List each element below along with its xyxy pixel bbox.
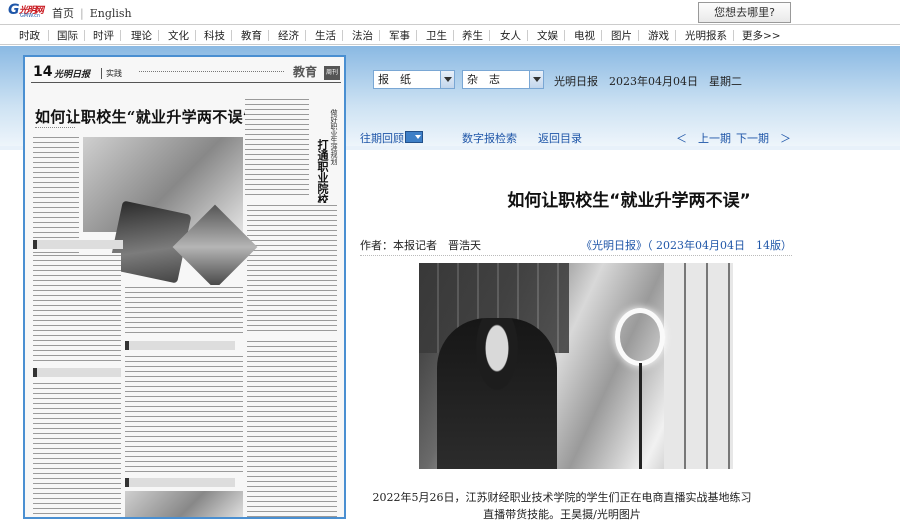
nav-divider: [601, 30, 602, 41]
newspaper-select-value: 报 纸: [378, 73, 411, 86]
photo-caption: 2022年5月26日，江苏财经职业技术学院的学生们正在电商直播实战基地练习直播带…: [372, 491, 752, 521]
nav-divider: [489, 30, 490, 41]
top-bar: G 光明网 GMW.cn 首页 | English 您想去哪里?: [0, 0, 900, 24]
nav-item-economy[interactable]: 经济: [278, 28, 299, 43]
article-title: 如何让职校生“就业升学两不误”: [507, 191, 751, 211]
nav-item-games[interactable]: 游戏: [648, 28, 669, 43]
nav-item-politics[interactable]: 时政: [19, 28, 40, 43]
nav-item-women[interactable]: 女人: [500, 28, 521, 43]
nav-item-life[interactable]: 生活: [315, 28, 336, 43]
nav-item-commentary[interactable]: 时评: [93, 28, 114, 43]
preview-text-block: [247, 203, 337, 333]
nav-item-education[interactable]: 教育: [241, 28, 262, 43]
nav-divider: [675, 30, 676, 41]
channel-nav: 时政 国际 时评 理论 文化 科技 教育 经济 生活 法治 军事 卫生 养生 女…: [0, 24, 900, 45]
photo-student: [437, 318, 557, 469]
page-meta-line: [139, 71, 284, 74]
nav-item-culture[interactable]: 文化: [168, 28, 189, 43]
preview-vertical-subtitle: 做好职业生涯规划: [330, 109, 338, 165]
main-area: 14 光明日报 实践 教育 周刊 如何让职校生“就业升学两不误” 做好职业生涯规…: [0, 46, 900, 524]
nav-divider: [342, 30, 343, 41]
nav-divider: [195, 30, 196, 41]
preview-byline: [35, 127, 75, 130]
magazine-select[interactable]: 杂 志: [462, 70, 544, 89]
preview-subheading: [33, 240, 123, 249]
nav-divider: [379, 30, 380, 41]
meta-divider: [360, 255, 792, 256]
nav-item-more[interactable]: 更多>>: [742, 28, 781, 43]
nav-item-photos[interactable]: 图片: [611, 28, 632, 43]
nav-divider: [268, 30, 269, 41]
nav-item-law[interactable]: 法治: [352, 28, 373, 43]
nav-item-tv[interactable]: 电视: [574, 28, 595, 43]
nav-divider: [527, 30, 528, 41]
article-author: 作者：本报记者 晋浩天: [360, 239, 481, 252]
nav-divider: [48, 30, 49, 41]
where-to-go-button[interactable]: 您想去哪里?: [698, 2, 791, 23]
article-meta: 作者：本报记者 晋浩天 《光明日报》（ 2023年04月04日 14版）: [360, 237, 792, 253]
preview-text-block: [125, 354, 243, 474]
nav-item-theory[interactable]: 理论: [131, 28, 152, 43]
top-links: 首页 | English: [52, 5, 138, 21]
ring-light-icon: [615, 308, 665, 366]
nav-item-international[interactable]: 国际: [57, 28, 78, 43]
nav-item-wellness[interactable]: 养生: [462, 28, 483, 43]
link-separator: |: [80, 7, 84, 20]
next-issue-link[interactable]: 下一期 ＞: [736, 130, 791, 146]
nav-divider: [120, 30, 121, 41]
logo-en: GMW.cn: [20, 13, 41, 19]
archive-search-link[interactable]: 数字报检索: [462, 130, 517, 146]
nav-divider: [84, 30, 85, 41]
newspaper-select[interactable]: 报 纸: [373, 70, 455, 89]
nav-divider: [158, 30, 159, 41]
issue-date: 光明日报 2023年04月04日 星期二: [554, 75, 742, 88]
home-link[interactable]: 首页: [52, 7, 74, 20]
site-logo[interactable]: G 光明网 GMW.cn: [8, 2, 50, 19]
preview-photo-classroom[interactable]: [125, 491, 243, 517]
nav-divider: [564, 30, 565, 41]
chevron-down-icon[interactable]: [529, 71, 543, 88]
photo-stand: [639, 363, 642, 469]
previous-issue-link[interactable]: ＜ 上一期: [676, 130, 731, 146]
photo-window: [664, 263, 733, 469]
nav-divider: [638, 30, 639, 41]
nav-divider: [416, 30, 417, 41]
preview-text-block: [247, 339, 337, 517]
page-section: 教育: [293, 65, 318, 79]
chevron-down-icon[interactable]: [440, 71, 454, 88]
page-header: 14 光明日报 实践 教育 周刊: [31, 63, 341, 83]
nav-item-entertainment[interactable]: 文娱: [537, 28, 558, 43]
preview-text-block: [245, 97, 309, 197]
nav-item-tech[interactable]: 科技: [204, 28, 225, 43]
newspaper-page-preview[interactable]: 14 光明日报 实践 教育 周刊 如何让职校生“就业升学两不误” 做好职业生涯规…: [23, 55, 346, 519]
nav-divider: [305, 30, 306, 41]
preview-headline[interactable]: 如何让职校生“就业升学两不误”: [35, 106, 252, 127]
preview-subheading: [125, 478, 235, 487]
nav-item-health[interactable]: 卫生: [426, 28, 447, 43]
calendar-icon[interactable]: [405, 131, 423, 143]
preview-subheading: [33, 368, 121, 377]
nav-divider: [453, 30, 454, 41]
page-brand: 光明日报: [54, 70, 91, 80]
preview-subheading: [125, 341, 235, 350]
history-label: 往期回顾: [360, 132, 404, 145]
magazine-select-value: 杂 志: [467, 73, 500, 86]
page-number: 14: [33, 64, 53, 80]
preview-text-block: [33, 381, 121, 517]
issue-toolbar: 往期回顾 数字报检索 返回目录 ＜ 上一期 下一期 ＞: [358, 130, 898, 146]
nav-item-military[interactable]: 军事: [389, 28, 410, 43]
logo-letter: G: [8, 2, 20, 18]
back-to-contents-link[interactable]: 返回目录: [538, 130, 582, 146]
nav-divider: [231, 30, 232, 41]
page-column: 实践: [101, 68, 122, 79]
nav-item-gmw-press[interactable]: 光明报系: [685, 28, 727, 43]
english-link[interactable]: English: [90, 7, 132, 20]
preview-text-block: [33, 253, 121, 363]
preview-text-block: [125, 285, 243, 335]
page-section-tag: 周刊: [324, 66, 340, 80]
article-source: 《光明日报》（ 2023年04月04日 14版）: [581, 239, 792, 252]
nav-divider: [733, 30, 734, 41]
article-photo: [419, 263, 733, 469]
